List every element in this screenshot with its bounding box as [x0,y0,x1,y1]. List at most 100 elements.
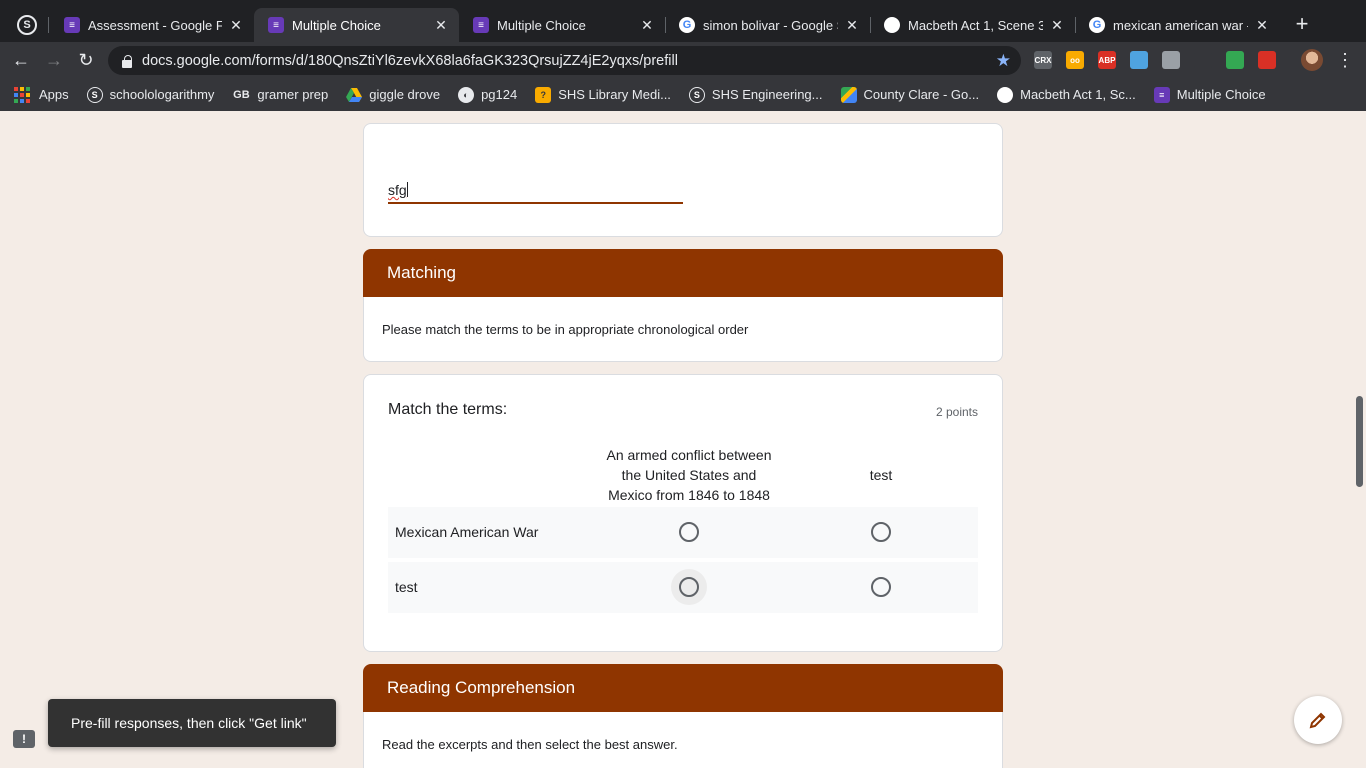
profile-avatar[interactable] [1301,49,1323,71]
extension-icon[interactable]: ABP [1098,51,1116,69]
google-forms-icon: ≡ [268,17,284,33]
bookmark-macbeth[interactable]: Macbeth Act 1, Sc... [997,86,1136,103]
extension-icon[interactable] [1226,51,1244,69]
bookmark-apps[interactable]: Apps [14,86,69,103]
grid-question-card: Match the terms: 2 points An armed confl… [363,374,1003,652]
google-forms-icon: ≡ [1153,86,1170,103]
reload-icon[interactable]: ↻ [75,49,97,71]
macbeth-site-icon [884,17,900,33]
apps-grid-icon [14,86,30,103]
google-forms-icon: ≡ [473,17,489,33]
bookmark-label: schoolologarithmy [109,87,215,102]
extension-icon[interactable] [1194,51,1212,69]
radio-button[interactable] [679,522,699,542]
extension-icon[interactable] [1162,51,1180,69]
bookmark-star-icon[interactable]: ★ [996,51,1011,71]
bookmark-giggle-drove[interactable]: giggle drove [346,87,440,103]
grid-column-header: An armed conflict between the United Sta… [589,445,789,505]
question-points: 2 points [935,405,978,419]
address-bar[interactable]: docs.google.com/forms/d/180QnsZtiYl6zevk… [108,46,1021,75]
close-icon[interactable]: ✕ [844,17,860,34]
globe-icon: ◐ [458,86,475,103]
bookmark-label: Multiple Choice [1176,87,1266,102]
browser-tab-strip: S ≡ Assessment - Google Fo ✕ ≡ Multiple … [0,0,1366,42]
schoology-s-icon: S [688,86,705,103]
tab-title: mexican american war - G [1113,17,1248,33]
schoology-s-icon: S [86,86,103,103]
prefill-toast: Pre-fill responses, then click "Get link… [48,699,336,747]
radio-button[interactable] [871,577,891,597]
chrome-menu-icon[interactable]: ⋮ [1336,50,1354,70]
tab-title: Multiple Choice [292,17,381,33]
column-header-line: test [869,467,893,483]
bookmark-label: giggle drove [369,87,441,102]
bookmark-label: Macbeth Act 1, Sc... [1020,87,1136,102]
bookmark-gramer-prep[interactable]: GB gramer prep [232,87,328,103]
bookmark-shs-library[interactable]: ? SHS Library Medi... [535,86,671,103]
google-forms-icon: ≡ [64,17,80,33]
tab-title: Assessment - Google Fo [88,17,222,33]
tab-title: simon bolivar - Google S [703,17,838,33]
reading-section-header: Reading Comprehension [363,664,1003,712]
tab-simon-bolivar[interactable]: G simon bolivar - Google S ✕ [665,8,870,42]
extension-icon[interactable] [1130,51,1148,69]
tab-title: Multiple Choice [497,17,586,33]
tab-assessment[interactable]: ≡ Assessment - Google Fo ✕ [50,8,254,42]
google-drive-icon [346,87,363,103]
close-icon[interactable]: ✕ [228,17,244,34]
pinned-tab-schoology[interactable]: S [17,15,37,35]
bookmark-pg124[interactable]: ◐ pg124 [458,86,518,103]
bookmark-label: SHS Library Medi... [558,87,671,102]
tab-separator [48,17,49,33]
bookmark-schoology[interactable]: S schoolologarithmy [86,86,215,103]
feedback-icon[interactable]: ! [13,730,35,748]
short-answer-input[interactable]: sfg [388,182,683,204]
column-header-line: An armed conflict between [606,447,772,463]
matching-section-header: Matching [363,249,1003,297]
close-icon[interactable]: ✕ [1049,17,1065,34]
grid-row: test [388,562,978,613]
extension-icon[interactable]: CRX [1034,51,1052,69]
radio-button[interactable] [679,577,699,597]
bookmarks-bar: Apps S schoolologarithmy GB gramer prep … [0,78,1366,111]
extension-icon[interactable]: oo [1066,51,1084,69]
library-icon: ? [535,86,552,103]
close-icon[interactable]: ✕ [639,17,655,34]
tab-macbeth[interactable]: Macbeth Act 1, Scene 3 T ✕ [870,8,1075,42]
tab-multiple-choice-active[interactable]: ≡ Multiple Choice ✕ [254,8,459,42]
back-arrow-icon[interactable]: ← [10,49,32,71]
short-answer-value: sfg [388,182,407,198]
lock-icon [120,54,134,68]
google-g-icon: G [1089,17,1105,33]
column-header-line: the United States and [621,467,757,483]
bookmark-label: County Clare - Go... [863,87,980,102]
edit-pencil-button[interactable] [1294,696,1342,744]
pencil-icon [1309,712,1326,729]
short-answer-card: sfg [363,123,1003,237]
new-tab-button[interactable]: + [1291,13,1313,35]
grid-column-header: test [831,465,931,485]
bookmark-county-clare[interactable]: County Clare - Go... [840,86,980,103]
forward-arrow-icon[interactable]: → [43,49,65,71]
bookmark-label: Apps [39,87,69,102]
url-text[interactable]: docs.google.com/forms/d/180QnsZtiYl6zevk… [142,53,996,69]
bookmark-multiple-choice[interactable]: ≡ Multiple Choice [1153,86,1266,103]
extension-icon[interactable] [1258,51,1276,69]
close-icon[interactable]: ✕ [1254,17,1270,34]
tab-multiple-choice[interactable]: ≡ Multiple Choice ✕ [459,8,665,42]
text-caret [406,182,408,197]
grid-row-label: test [395,579,418,595]
grid-row: Mexican American War [388,507,978,558]
google-maps-icon [840,86,857,103]
gbi-icon: GB [233,88,250,101]
bookmark-label: pg124 [481,87,518,102]
close-icon[interactable]: ✕ [433,17,449,34]
radio-button[interactable] [871,522,891,542]
column-header-line: Mexico from 1846 to 1848 [608,487,770,503]
form-page: sfg Matching Please match the terms to b… [0,111,1366,768]
bookmark-label: SHS Engineering... [711,87,823,102]
tab-mexican-american-war[interactable]: G mexican american war - G ✕ [1075,8,1280,42]
bookmark-shs-engineering[interactable]: S SHS Engineering... [688,86,823,103]
page-scrollbar[interactable] [1356,396,1363,487]
reading-section-description: Read the excerpts and then select the be… [363,712,1003,768]
